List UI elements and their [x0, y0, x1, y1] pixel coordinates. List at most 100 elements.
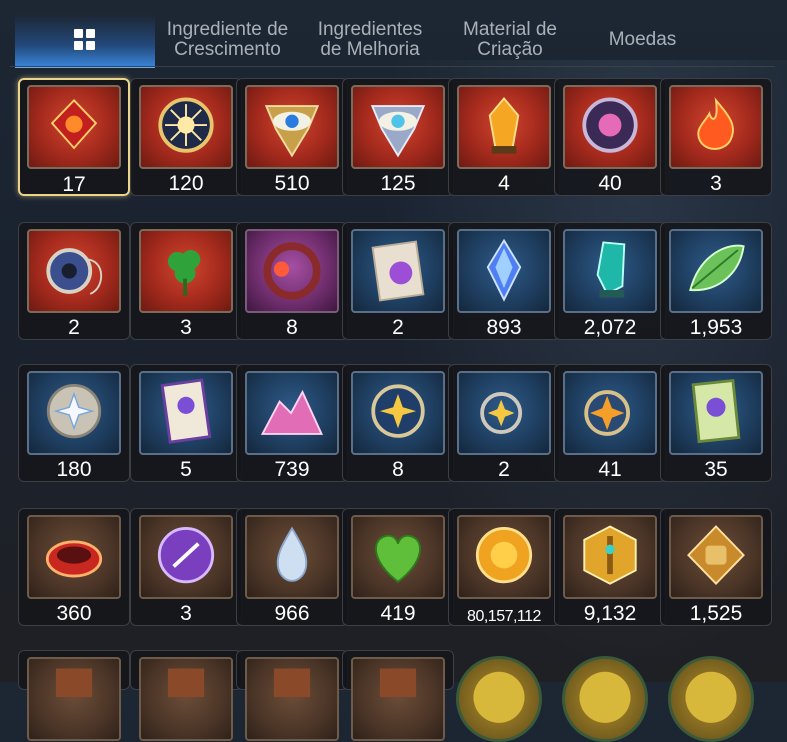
item-quantity: 5: [180, 458, 192, 481]
inventory-slot[interactable]: 1,953: [660, 222, 772, 340]
inventory-slot[interactable]: 9,132: [554, 508, 666, 626]
tab-criacao[interactable]: Material de Criação: [450, 14, 570, 66]
item-quantity: 1,525: [689, 602, 743, 625]
inventory-slot[interactable]: 1,525: [660, 508, 772, 626]
item-quantity: 893: [486, 316, 522, 339]
inventory-slot[interactable]: 35: [660, 364, 772, 482]
category-tabs: Ingrediente de Crescimento Ingredientes …: [15, 14, 775, 68]
inventory-slot[interactable]: 2: [448, 364, 560, 482]
tab-label: Moedas: [608, 29, 677, 50]
gold-sword-badge-icon: [563, 515, 657, 599]
round-portrait-icon: [562, 656, 648, 742]
inventory-slot[interactable]: 739: [236, 364, 348, 482]
item-quantity: 120: [168, 172, 204, 195]
item-quantity: 739: [274, 458, 310, 481]
inventory-slot[interactable]: 3: [130, 222, 242, 340]
tab-label: Ingredientes de Melhoria: [317, 19, 423, 60]
flame-charm-icon: [669, 85, 763, 169]
inventory-slot[interactable]: 3: [660, 78, 772, 196]
tab-crescimento[interactable]: Ingrediente de Crescimento: [160, 14, 295, 66]
inventory-slot[interactable]: 80,157,112: [448, 508, 560, 626]
tab-melhoria[interactable]: Ingredientes de Melhoria: [305, 14, 435, 66]
inventory-slot[interactable]: 510: [236, 78, 348, 196]
item-quantity: 3: [180, 316, 192, 339]
round-portrait-icon: [668, 656, 754, 742]
inventory-slot[interactable]: 966: [236, 508, 348, 626]
inventory-slot[interactable]: 41: [554, 364, 666, 482]
star-pendant-icon: [457, 371, 551, 455]
inventory-slot[interactable]: 40: [554, 78, 666, 196]
partial-item-icon: [139, 657, 233, 741]
inventory-slot[interactable]: [448, 650, 560, 742]
inventory-slot[interactable]: [18, 650, 130, 741]
item-quantity: 419: [380, 602, 416, 625]
item-quantity: 125: [380, 172, 416, 195]
inventory-slot[interactable]: 8: [342, 364, 454, 482]
inventory-slot[interactable]: [342, 650, 454, 741]
pink-crystal-pile-icon: [245, 371, 339, 455]
round-portrait-icon: [456, 656, 542, 742]
silver-drop-icon: [245, 515, 339, 599]
inventory-slot[interactable]: 360: [18, 508, 130, 626]
inventory-slot[interactable]: [130, 650, 242, 741]
silver-eye-emblem-icon: [351, 85, 445, 169]
gold-coin-icon: [457, 515, 551, 599]
inventory-slot[interactable]: 2: [342, 222, 454, 340]
blue-gem-icon: [457, 229, 551, 313]
star-coin-icon: [27, 371, 121, 455]
item-quantity: 8: [286, 316, 298, 339]
item-quantity: 3: [710, 172, 722, 195]
inventory-slot[interactable]: 419: [342, 508, 454, 626]
purple-seal-icon: [139, 515, 233, 599]
inventory-slot[interactable]: 120: [130, 78, 242, 196]
inventory-slot[interactable]: 3: [130, 508, 242, 626]
grid-icon: [74, 29, 96, 51]
item-quantity: 41: [598, 458, 622, 481]
inventory-slot[interactable]: 125: [342, 78, 454, 196]
star-medallion-icon: [351, 371, 445, 455]
partial-item-icon: [27, 657, 121, 741]
stamp-card-icon: [351, 229, 445, 313]
tab-all[interactable]: [15, 14, 155, 68]
item-quantity: 1,953: [689, 316, 743, 339]
clover-pendant-icon: [139, 229, 233, 313]
item-quantity: 80,157,112: [467, 608, 541, 625]
gold-eye-emblem-icon: [245, 85, 339, 169]
partial-item-icon: [351, 657, 445, 741]
inventory-slot[interactable]: 893: [448, 222, 560, 340]
red-bracelet-icon: [27, 515, 121, 599]
inventory-slot[interactable]: [554, 650, 666, 742]
green-heart-icon: [351, 515, 445, 599]
inventory-slot[interactable]: 8: [236, 222, 348, 340]
inventory-slot[interactable]: 4: [448, 78, 560, 196]
item-quantity: 4: [498, 172, 510, 195]
item-quantity: 510: [274, 172, 310, 195]
item-quantity: 2: [498, 458, 510, 481]
pink-charm-icon: [563, 85, 657, 169]
purple-certificate-icon: [139, 371, 233, 455]
item-quantity: 17: [62, 173, 86, 196]
item-quantity: 2: [68, 316, 80, 339]
inventory-slot[interactable]: [660, 650, 772, 742]
green-card-icon: [669, 371, 763, 455]
inventory-slot[interactable]: 17: [18, 78, 130, 196]
inventory-slot[interactable]: 2: [18, 222, 130, 340]
item-quantity: 9,132: [583, 602, 637, 625]
inventory-slot[interactable]: [236, 650, 348, 741]
partial-item-icon: [245, 657, 339, 741]
item-quantity: 3: [180, 602, 192, 625]
inventory-slot[interactable]: 180: [18, 364, 130, 482]
sun-medallion-icon: [139, 85, 233, 169]
item-quantity: 180: [56, 458, 92, 481]
item-quantity: 2: [392, 316, 404, 339]
inventory-slot[interactable]: 2,072: [554, 222, 666, 340]
tab-moedas[interactable]: Moedas: [585, 14, 700, 66]
orange-star-pendant-icon: [563, 371, 657, 455]
item-quantity: 966: [274, 602, 310, 625]
item-quantity: 8: [392, 458, 404, 481]
tab-divider: [10, 66, 775, 67]
inventory-slot[interactable]: 5: [130, 364, 242, 482]
gold-crystal-icon: [457, 85, 551, 169]
red-flower-ring-icon: [245, 229, 339, 313]
tab-label: Ingrediente de Crescimento: [166, 19, 289, 60]
